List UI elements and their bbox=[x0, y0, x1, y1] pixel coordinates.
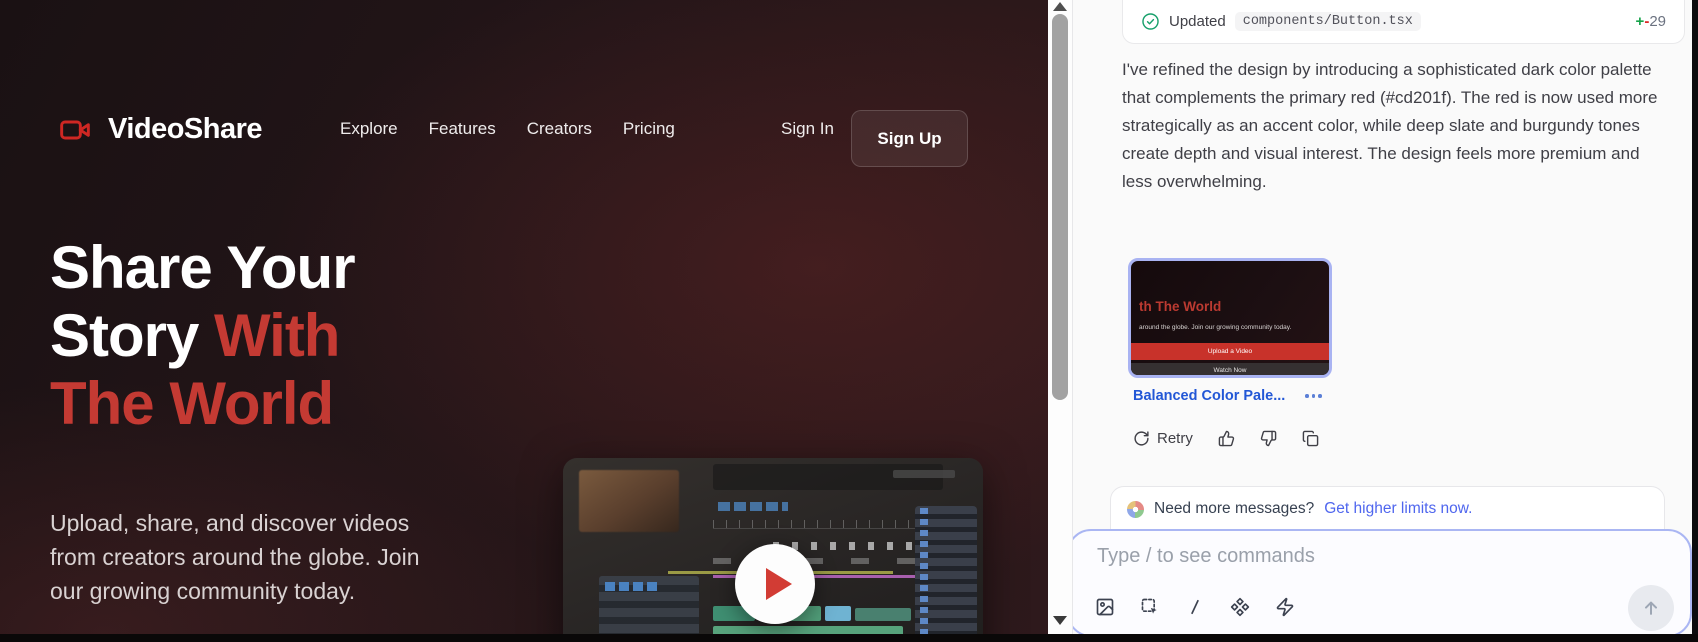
diff-stat: +-29 bbox=[1636, 13, 1666, 30]
composer-toolbar bbox=[1095, 597, 1295, 617]
more-options-icon[interactable] bbox=[1305, 394, 1322, 398]
retry-button[interactable]: Retry bbox=[1133, 430, 1193, 447]
send-button[interactable] bbox=[1628, 585, 1674, 631]
video-editor-screenshot bbox=[563, 458, 983, 634]
tool-result-card: Updated components/Button.tsx +-29 bbox=[1122, 0, 1685, 44]
hero-title-line2-white: Story bbox=[50, 302, 214, 369]
thumb-primary-button: Upload a Video bbox=[1131, 343, 1329, 360]
nav-link-creators[interactable]: Creators bbox=[527, 119, 592, 139]
play-button[interactable] bbox=[735, 544, 815, 624]
window-right-edge bbox=[1692, 0, 1698, 642]
components-icon[interactable] bbox=[1230, 597, 1250, 617]
refresh-icon bbox=[1133, 430, 1150, 447]
retry-label: Retry bbox=[1157, 430, 1193, 447]
box-select-icon[interactable] bbox=[1140, 597, 1160, 617]
thumbs-up-button[interactable] bbox=[1218, 430, 1235, 447]
hero-title: Share Your Story With The World bbox=[50, 234, 355, 438]
chat-pane: Updated components/Button.tsx +-29 I've … bbox=[1073, 0, 1692, 634]
sign-in-link[interactable]: Sign In bbox=[781, 119, 834, 139]
artifact-thumbnail[interactable]: th The World around the globe. Join our … bbox=[1128, 258, 1332, 378]
hero-title-line3-accent: The World bbox=[50, 370, 333, 437]
composer-input[interactable] bbox=[1097, 545, 1517, 568]
main-nav: Explore Features Creators Pricing bbox=[340, 119, 675, 139]
nav-link-pricing[interactable]: Pricing bbox=[623, 119, 675, 139]
hero-title-line1: Share Your bbox=[50, 234, 355, 301]
artifact-caption: Balanced Color Pale... bbox=[1133, 388, 1322, 404]
check-circle-icon bbox=[1141, 12, 1160, 31]
thumb-secondary-button: Watch Now bbox=[1131, 363, 1329, 378]
brand-name: VideoShare bbox=[108, 113, 262, 146]
website-preview-pane: VideoShare Explore Features Creators Pri… bbox=[0, 0, 1048, 634]
brand-logo[interactable]: VideoShare bbox=[55, 113, 262, 146]
thumbs-up-icon bbox=[1218, 430, 1235, 447]
preview-scrollbar[interactable] bbox=[1048, 0, 1073, 634]
assistant-message: I've refined the design by introducing a… bbox=[1122, 56, 1674, 196]
editor-preview-thumbnail bbox=[579, 470, 679, 532]
arrow-up-icon bbox=[1641, 598, 1661, 618]
copy-button[interactable] bbox=[1302, 430, 1319, 447]
diff-plus: + bbox=[1636, 13, 1645, 30]
scroll-up-icon[interactable] bbox=[1053, 2, 1067, 11]
scroll-down-icon[interactable] bbox=[1053, 616, 1067, 625]
editor-effects-panel bbox=[915, 506, 977, 634]
hero-title-line2-accent: With bbox=[214, 302, 339, 369]
artifact-title[interactable]: Balanced Color Pale... bbox=[1133, 388, 1285, 404]
limits-link[interactable]: Get higher limits now. bbox=[1324, 500, 1472, 518]
nav-link-explore[interactable]: Explore bbox=[340, 119, 398, 139]
message-actions: Retry bbox=[1133, 430, 1319, 447]
video-camera-icon bbox=[55, 114, 95, 146]
image-icon[interactable] bbox=[1095, 597, 1115, 617]
zap-icon[interactable] bbox=[1275, 597, 1295, 617]
window-bottom-edge bbox=[0, 634, 1698, 642]
thumb-heading: th The World bbox=[1139, 299, 1221, 314]
screenshot-root: VideoShare Explore Features Creators Pri… bbox=[0, 0, 1698, 642]
nav-link-features[interactable]: Features bbox=[429, 119, 496, 139]
scrollbar-thumb[interactable] bbox=[1052, 14, 1068, 400]
diff-count: 29 bbox=[1649, 13, 1666, 30]
sign-up-button[interactable]: Sign Up bbox=[851, 110, 968, 167]
thumbs-down-icon bbox=[1260, 430, 1277, 447]
limits-question: Need more messages? bbox=[1154, 500, 1314, 518]
play-icon bbox=[766, 568, 792, 600]
copy-icon bbox=[1302, 430, 1319, 447]
chat-composer[interactable] bbox=[1073, 529, 1692, 634]
slash-command-icon[interactable] bbox=[1185, 597, 1205, 617]
file-chip[interactable]: components/Button.tsx bbox=[1235, 12, 1421, 31]
thumbs-down-button[interactable] bbox=[1260, 430, 1277, 447]
tool-status-label: Updated bbox=[1169, 13, 1226, 30]
usage-pie-icon bbox=[1127, 501, 1144, 518]
hero-subtitle: Upload, share, and discover videos from … bbox=[50, 506, 454, 608]
thumb-subtext: around the globe. Join our growing commu… bbox=[1139, 324, 1325, 331]
